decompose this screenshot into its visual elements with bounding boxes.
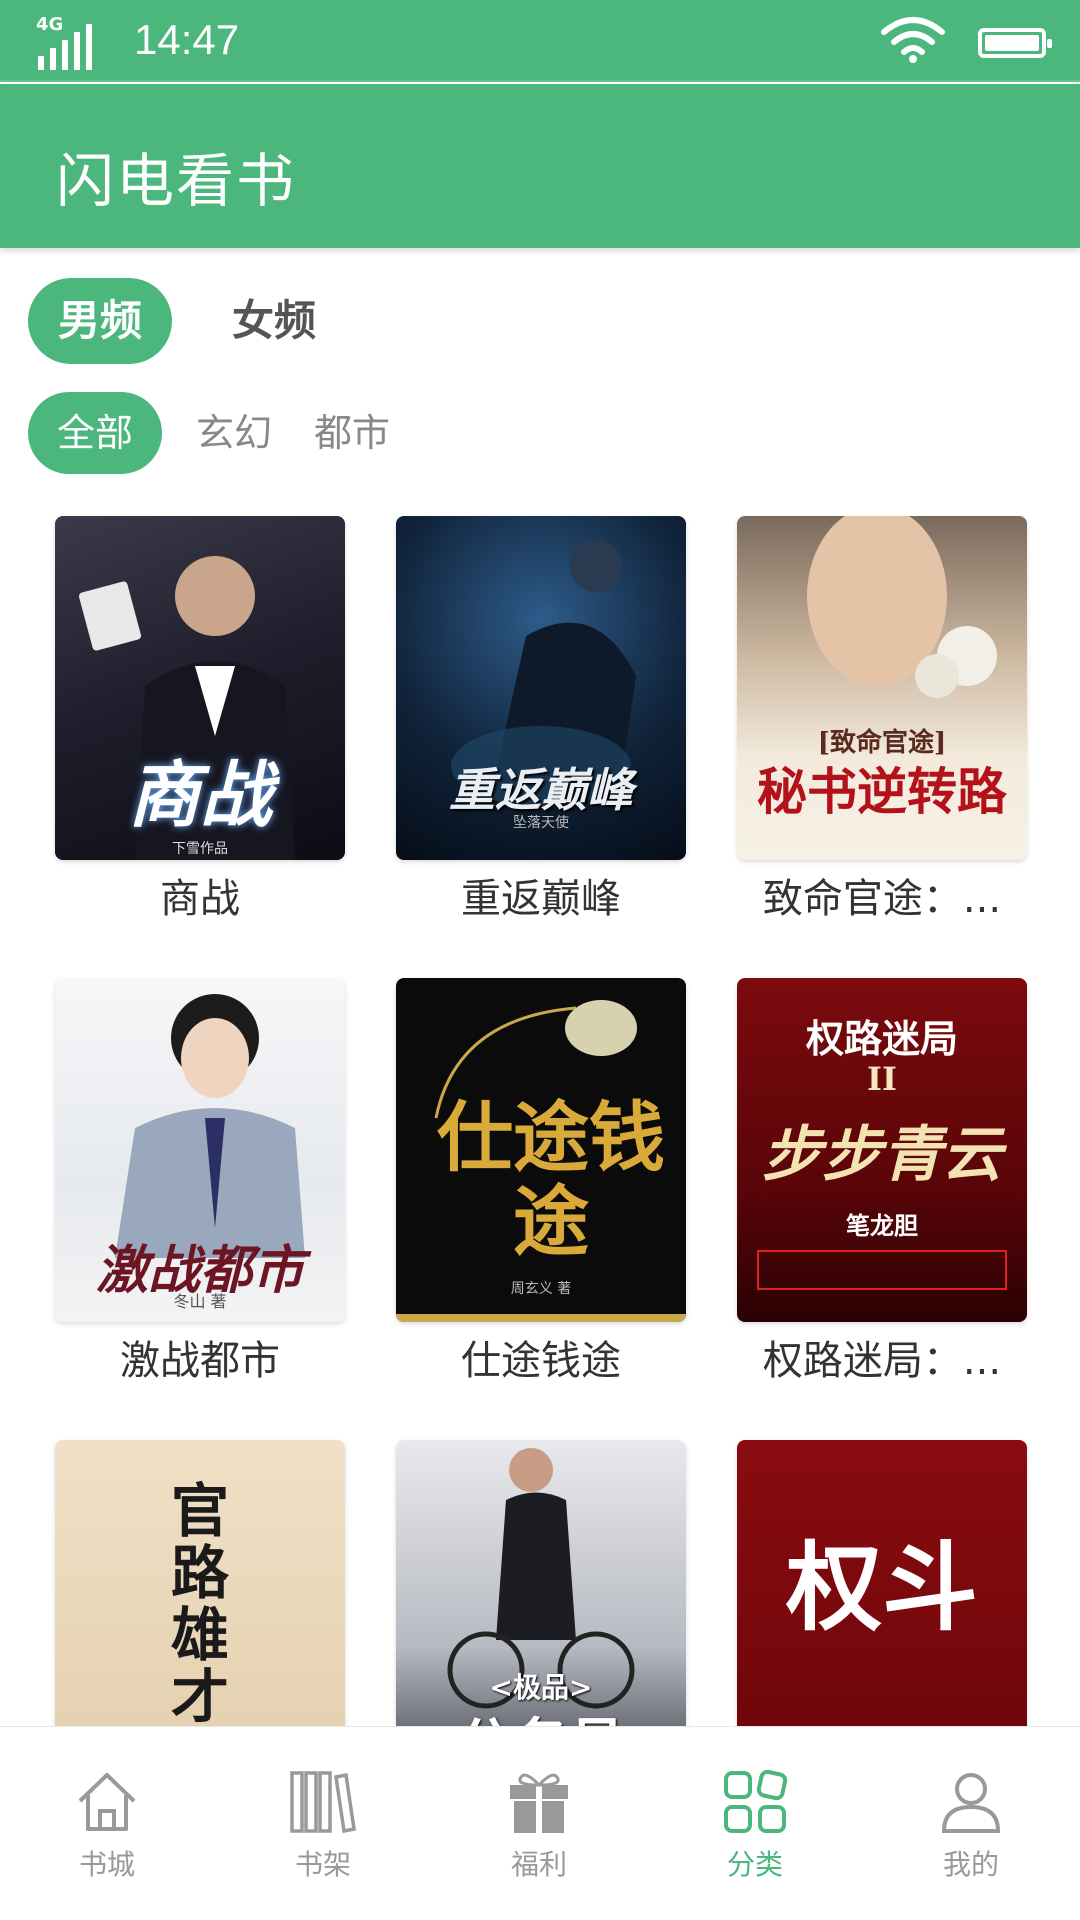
app-title: 闪电看书 (56, 147, 297, 215)
book-title[interactable]: 重返巅峰 (396, 866, 686, 924)
nav-bookstore[interactable]: 书城 (42, 1767, 172, 1883)
nav-label: 福利 (510, 1848, 567, 1881)
tab-xuanhuan[interactable]: 玄幻 (184, 392, 284, 474)
wifi-icon (881, 17, 945, 63)
book-title[interactable]: 商战 (55, 866, 345, 924)
bookshelf-icon (290, 1771, 356, 1834)
cover-title: 商战 (127, 752, 272, 837)
tab-male[interactable]: 男频 (28, 278, 172, 364)
cover-author: 周玄义 著 (510, 1281, 572, 1297)
book-card[interactable]: 权路迷局 II 步步青云 笔龙胆 权路迷局：... (737, 978, 1027, 1386)
cover-subtitle: 权路迷局 (805, 1016, 958, 1061)
tab-female[interactable]: 女频 (202, 278, 346, 364)
nav-label: 我的 (942, 1848, 999, 1881)
nav-profile[interactable]: 我的 (906, 1767, 1036, 1883)
book-title[interactable]: 仕途钱途 (396, 1328, 686, 1386)
nav-welfare[interactable]: 福利 (474, 1767, 604, 1883)
cover-volume: II (867, 1060, 897, 1098)
cellular-signal-icon: 4G (36, 14, 96, 70)
nav-category[interactable]: 分类 (690, 1767, 820, 1883)
cover-title: 秘书逆转路 (757, 762, 1007, 821)
app-bar: 闪电看书 (0, 84, 1080, 248)
category-icon (724, 1769, 788, 1833)
status-time: 14:47 (134, 16, 240, 63)
gift-icon (510, 1773, 568, 1833)
cover-title: 重返巅峰 (449, 763, 633, 817)
cover-title: 官路雄才 (170, 1477, 229, 1731)
network-type: 4G (36, 14, 64, 35)
book-card[interactable]: 商战 下雪作品 商战 (55, 516, 345, 924)
book-card[interactable]: [致命官途] 秘书逆转路 致命官途：... (737, 516, 1027, 924)
battery-icon (978, 28, 1052, 58)
cover-author: 坠落天使 (513, 815, 569, 831)
book-cover[interactable]: 仕途钱途 周玄义 著 (396, 978, 686, 1322)
nav-label: 书架 (294, 1848, 351, 1881)
cover-title: 仕途钱途 (437, 1093, 665, 1266)
book-card[interactable]: 仕途钱途 周玄义 著 仕途钱途 (396, 978, 686, 1386)
nav-bookshelf[interactable]: 书架 (258, 1767, 388, 1883)
nav-label: 分类 (726, 1848, 783, 1881)
book-title[interactable]: 权路迷局：... (737, 1328, 1027, 1386)
bottom-navigation: 书城 书架 福利 分类 我的 (0, 1726, 1080, 1920)
cover-author: 下雪作品 (172, 841, 228, 857)
home-icon (78, 1773, 136, 1831)
book-card[interactable]: 激战都市 冬山 著 激战都市 (55, 978, 345, 1386)
status-bar: 4G 14:47 (0, 0, 1080, 82)
cover-author: 冬山 著 (173, 1292, 227, 1311)
book-cover[interactable]: 激战都市 冬山 著 (55, 978, 345, 1322)
book-cover[interactable]: 商战 下雪作品 (55, 516, 345, 860)
tab-all[interactable]: 全部 (28, 392, 162, 474)
nav-label: 书城 (78, 1848, 135, 1881)
book-title[interactable]: 激战都市 (55, 1328, 345, 1386)
cover-author: 笔龙胆 (846, 1211, 918, 1240)
book-cover[interactable]: 权路迷局 II 步步青云 笔龙胆 (737, 978, 1027, 1322)
cover-title: 权斗 (786, 1531, 978, 1644)
book-cover[interactable]: 重返巅峰 坠落天使 (396, 516, 686, 860)
book-cover[interactable]: [致命官途] 秘书逆转路 (737, 516, 1027, 860)
cover-title: 步步青云 (762, 1120, 1002, 1190)
profile-icon (941, 1773, 1001, 1833)
book-card[interactable]: 重返巅峰 坠落天使 重返巅峰 (396, 516, 686, 924)
tab-urban[interactable]: 都市 (302, 392, 402, 474)
book-title[interactable]: 致命官途：... (737, 866, 1027, 924)
